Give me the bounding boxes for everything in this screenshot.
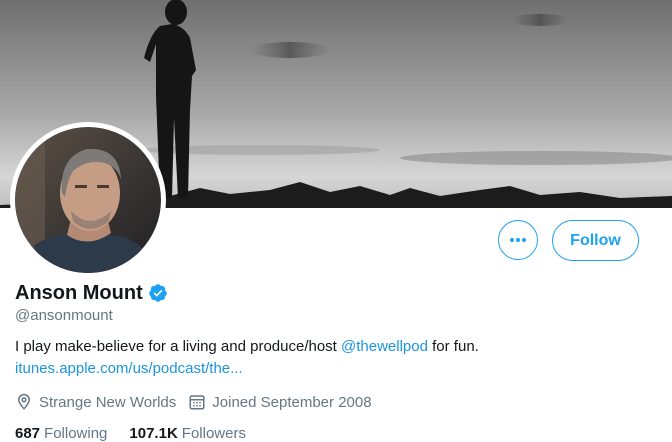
following-stat[interactable]: 687 Following [15, 425, 107, 442]
name-row: Anson Mount [15, 280, 168, 306]
bio-text-end: for fun. [427, 338, 479, 355]
profile-bio: I play make-believe for a living and pro… [15, 338, 479, 355]
followers-stat[interactable]: 107.1K Followers [129, 425, 246, 442]
followers-count: 107.1K [129, 425, 178, 442]
more-options-button[interactable] [498, 220, 538, 260]
website-link[interactable]: itunes.apple.com/us/podcast/the... [15, 360, 243, 377]
display-name: Anson Mount [15, 281, 143, 304]
avatar-photo [15, 127, 161, 273]
profile-stats: 687 Following 107.1K Followers [15, 425, 268, 442]
calendar-icon [189, 395, 205, 410]
follow-button[interactable]: Follow [552, 220, 639, 261]
location-item: Strange New Worlds [15, 393, 176, 411]
followers-label: Followers [181, 425, 246, 442]
following-label: Following [44, 425, 108, 442]
following-count: 687 [15, 425, 41, 442]
joined-text: Joined September 2008 [212, 393, 372, 411]
profile-meta: Strange New Worlds Joined September 2008 [15, 392, 384, 412]
bio-mention-link[interactable]: @thewellpod [341, 338, 428, 355]
ellipsis-icon [510, 238, 526, 242]
location-pin-icon [17, 393, 31, 410]
joined-item: Joined September 2008 [188, 393, 372, 411]
verified-badge-icon [148, 283, 168, 303]
profile-avatar[interactable] [10, 122, 166, 278]
bio-text: I play make-believe for a living and pro… [15, 338, 342, 355]
location-text: Strange New Worlds [39, 393, 177, 411]
user-handle: @ansonmount [15, 307, 113, 324]
